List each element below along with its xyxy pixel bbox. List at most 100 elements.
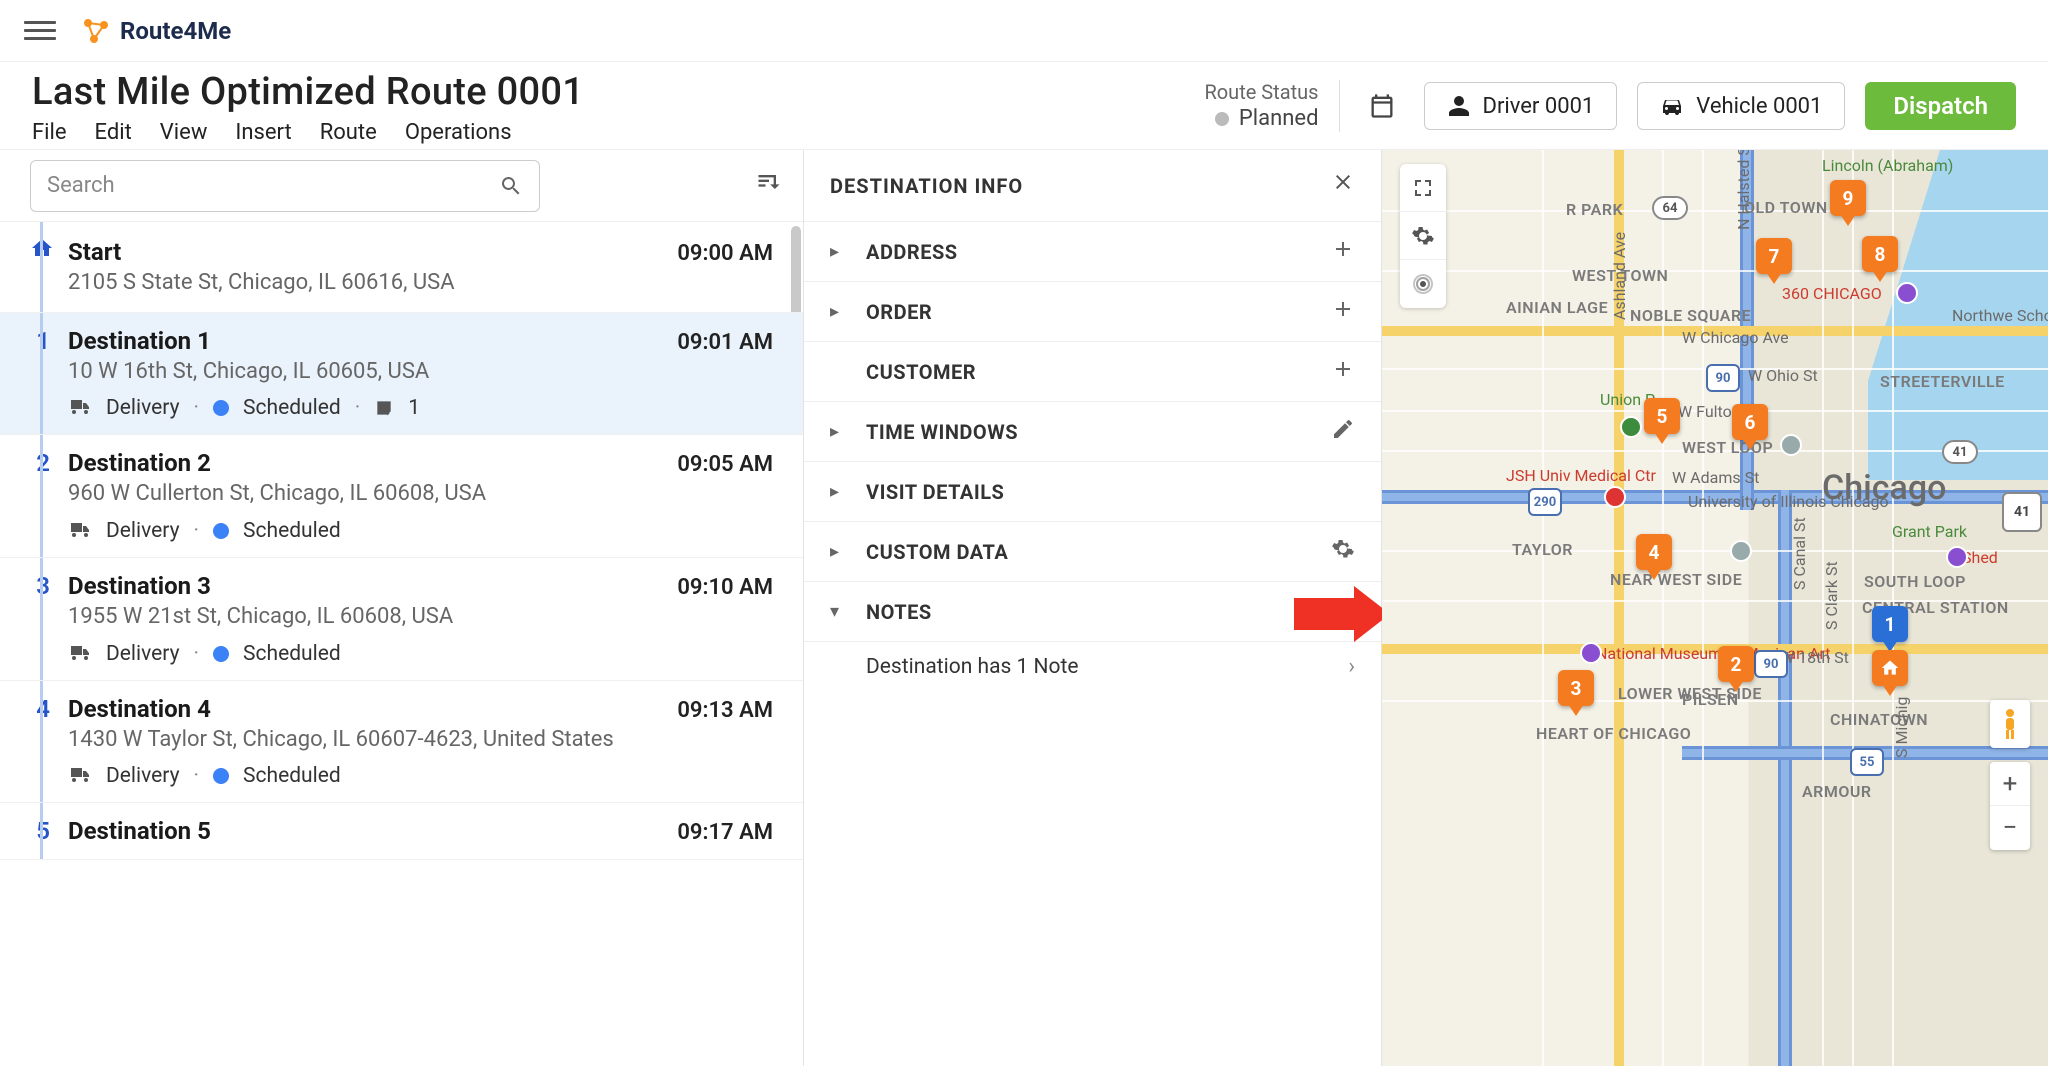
map-pin[interactable]: 5 [1644,398,1680,434]
stop-row[interactable]: 5Destination 509:17 AM [0,803,803,860]
menu-edit[interactable]: Edit [95,120,132,145]
chevron-right-icon: ▸ [830,241,850,262]
poi-icon [1780,434,1802,456]
driver-selector[interactable]: Driver 0001 [1424,82,1618,130]
map-label: W Chicago Ave [1682,328,1789,347]
info-row-order[interactable]: ▸ORDER [804,282,1381,342]
stop-status: Scheduled [243,764,341,788]
stop-address: 1955 W 21st St, Chicago, IL 60608, USA [68,602,628,632]
map-label: S Michig [1892,697,1911,758]
stop-name: Destination 2 [68,449,211,477]
stop-tag: Delivery [106,642,180,666]
menu-file[interactable]: File [32,120,67,145]
menu-view[interactable]: View [160,120,208,145]
info-row-time-windows[interactable]: ▸TIME WINDOWS [804,402,1381,462]
menu-route[interactable]: Route [320,120,377,145]
map-label: NEAR WEST SIDE [1610,570,1742,589]
plus-button[interactable] [1331,237,1355,267]
stop-time: 09:01 AM [677,330,773,355]
search-input[interactable]: Search [30,160,540,212]
stop-address: 2105 S State St, Chicago, IL 60616, USA [68,268,628,298]
map-label: 360 CHICAGO [1782,284,1882,303]
info-row-customer[interactable]: ▸CUSTOMER [804,342,1381,402]
info-row-label: NOTES [866,600,932,624]
stop-row[interactable]: 4Destination 409:13 AM1430 W Taylor St, … [0,681,803,804]
map-pin[interactable]: 8 [1862,236,1898,272]
notes-subtext-row[interactable]: Destination has 1 Note› [804,642,1381,691]
gear-button[interactable] [1331,537,1355,567]
map-label: Ashland Ave [1610,232,1629,320]
map-pin-home[interactable] [1872,650,1908,686]
info-row-address[interactable]: ▸ ADDRESS [804,222,1381,282]
map-label: N Halsted St [1734,150,1753,230]
info-row-visit-details[interactable]: ▸VISIT DETAILS [804,462,1381,522]
map-label: WEST LOOP [1682,438,1773,457]
map-locate-button[interactable] [1400,260,1446,308]
brand-name: Route4Me [120,17,231,45]
highway-shield-icon: 290 [1528,488,1562,516]
map-pin[interactable]: 9 [1830,180,1866,216]
zoom-out-button[interactable]: − [1990,806,2030,850]
map-label: NOBLE SQUARE [1630,306,1751,325]
stop-row[interactable]: Start09:00 AM2105 S State St, Chicago, I… [0,222,803,313]
info-row-label: ADDRESS [866,240,958,264]
dispatch-button[interactable]: Dispatch [1865,82,2016,130]
map-label: STREETERVILLE [1880,372,2005,391]
stop-name: Start [68,238,121,266]
pencil-button[interactable] [1331,417,1355,447]
map-label: S Canal St [1790,517,1809,590]
map-label: S Clark St [1822,561,1841,630]
plus-button[interactable] [1331,357,1355,387]
map-label: AINIAN LAGE [1506,298,1608,317]
driver-label: Driver 0001 [1483,94,1595,119]
map-label: W 18th St [1780,648,1849,667]
chevron-right-icon: ▸ [830,481,850,502]
info-row-custom-data[interactable]: ▸CUSTOM DATA [804,522,1381,582]
map-fullscreen-button[interactable] [1400,164,1446,212]
stop-address: 960 W Cullerton St, Chicago, IL 60608, U… [68,479,628,509]
map-label: W Ohio St [1748,366,1818,385]
map-label: University of Illinois Chicago [1688,492,1889,511]
stop-row[interactable]: 1Destination 109:01 AM10 W 16th St, Chic… [0,313,803,436]
highway-shield-icon: 64 [1652,196,1688,220]
route-status-value: Planned [1239,105,1319,134]
stop-name: Destination 4 [68,695,211,723]
map-pin[interactable]: 3 [1558,670,1594,706]
stop-time: 09:17 AM [677,820,773,845]
map-pin[interactable]: 4 [1636,534,1672,570]
map-label: CHINATOWN [1830,710,1928,729]
logo-icon [80,15,112,47]
map-pin[interactable]: 7 [1756,238,1792,274]
map-pin[interactable]: 6 [1732,404,1768,440]
map-canvas[interactable]: Chicago Lincoln (Abraham)OLD TOWNR PARKW… [1382,150,2048,1066]
menu-insert[interactable]: Insert [235,120,291,145]
vehicle-selector[interactable]: Vehicle 0001 [1637,82,1845,130]
zoom-in-button[interactable]: + [1990,762,2030,806]
stop-time: 09:13 AM [677,698,773,723]
pegman-button[interactable] [1990,700,2030,748]
search-placeholder: Search [47,173,115,198]
note-icon [374,398,394,418]
truck-icon [68,642,92,666]
poi-icon [1620,416,1642,438]
stop-status: Scheduled [243,642,341,666]
sort-button[interactable] [755,168,783,203]
close-panel-button[interactable] [1331,170,1355,201]
plus-button[interactable] [1331,297,1355,327]
hamburger-menu[interactable] [24,15,56,47]
menu-operations[interactable]: Operations [405,120,512,145]
chevron-down-icon: ▾ [830,601,850,622]
map-label: OLD TOWN [1744,198,1828,217]
calendar-button[interactable] [1360,84,1404,128]
status-dot-icon [213,646,229,662]
stop-name: Destination 5 [68,817,211,845]
map-settings-button[interactable] [1400,212,1446,260]
map-pin[interactable]: 1 [1872,606,1908,642]
stop-row[interactable]: 2Destination 209:05 AM960 W Cullerton St… [0,435,803,558]
route-shield-icon: 41 [2002,492,2042,532]
stop-row[interactable]: 3Destination 309:10 AM1955 W 21st St, Ch… [0,558,803,681]
highway-shield-icon: 90 [1754,650,1788,678]
stop-tag: Delivery [106,519,180,543]
map-pin[interactable]: 2 [1718,646,1754,682]
brand-logo[interactable]: Route4Me [80,15,231,47]
